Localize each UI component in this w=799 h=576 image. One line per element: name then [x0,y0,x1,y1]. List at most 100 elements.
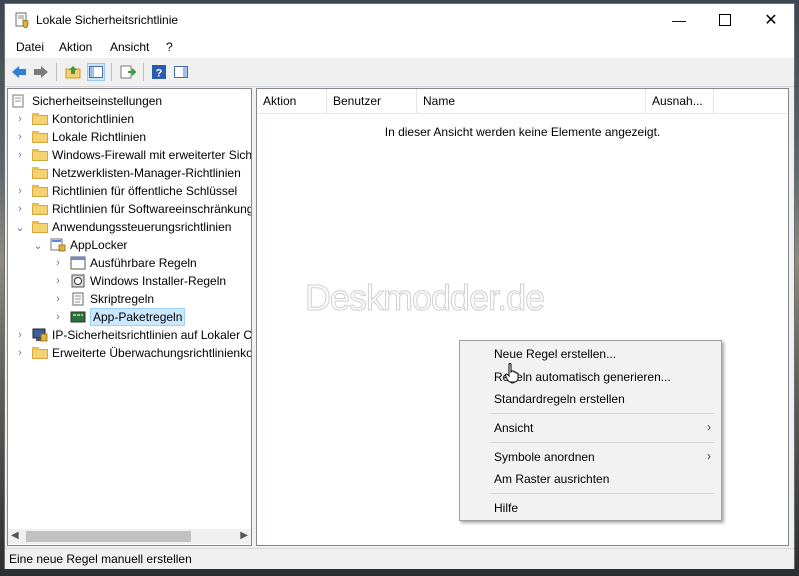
tree-horizontal-scrollbar[interactable]: ◀ ▶ [8,529,251,544]
tree-item-label: Erweiterte Überwachungsrichtlinienko [52,346,252,360]
chevron-right-icon[interactable]: › [14,113,26,125]
tree-item-label: Kontorichtlinien [52,112,135,126]
chevron-right-icon[interactable]: › [14,347,26,359]
folder-lock-icon [32,131,48,143]
show-hide-console-tree-button[interactable] [87,63,105,81]
tree-item-netzwerklisten[interactable]: Netzwerklisten-Manager-Richtlinien [14,164,241,182]
tree-item-erweiterte-ueberwachung[interactable]: › Erweiterte Überwachungsrichtlinienko [14,344,252,362]
menu-item-symbole-anordnen[interactable]: Symbole anordnen [494,450,595,464]
tree-item-label: Netzwerklisten-Manager-Richtlinien [52,166,241,180]
up-one-level-button[interactable] [64,63,82,81]
console-tree[interactable]: Sicherheitseinstellungen › Kontorichtlin… [7,88,252,546]
svg-text:?: ? [156,68,163,80]
tree-item-app-paketregeln[interactable]: › App-Paketregeln [52,308,186,326]
back-button[interactable] [10,63,28,81]
scrollbar-thumb[interactable] [26,531,191,542]
folder-icon [32,203,48,215]
show-action-pane-button[interactable] [172,63,190,81]
menu-item-regeln-generieren[interactable]: Regeln automatisch generieren... [494,370,671,384]
empty-list-message: In dieser Ansicht werden keine Elemente … [384,125,661,139]
export-list-button[interactable] [119,63,137,81]
tree-item-softwareeinschraenkung[interactable]: › Richtlinien für Softwareeinschränkung [14,200,252,218]
tree-item-label: Ausführbare Regeln [90,256,197,270]
hand-pointer-icon [505,363,519,383]
installer-rules-icon [71,274,85,288]
tree-item-skriptregeln[interactable]: › Skriptregeln [52,290,154,308]
column-ausnahmen[interactable]: Ausnah... [646,89,714,113]
menu-datei[interactable]: Datei [16,40,44,54]
chevron-down-icon[interactable]: ⌄ [14,221,26,234]
menu-item-neue-regel[interactable]: Neue Regel erstellen... [494,347,616,361]
tree-item-label: Windows-Firewall mit erweiterter Sich [52,148,252,162]
menu-separator [490,413,715,414]
title-bar[interactable]: Lokale Sicherheitsrichtlinie — ✕ [5,4,794,36]
tree-item-label: Richtlinien für öffentliche Schlüssel [52,184,238,198]
status-bar: Eine neue Regel manuell erstellen [5,548,794,569]
chevron-right-icon[interactable]: › [52,257,64,269]
ip-security-icon [32,328,48,342]
column-benutzer[interactable]: Benutzer [327,89,417,113]
menu-separator [490,442,715,443]
tree-root[interactable]: Sicherheitseinstellungen [12,92,162,110]
tree-item-label: Richtlinien für Softwareeinschränkung [52,202,252,216]
folder-icon [32,167,48,179]
up-folder-icon [65,66,81,79]
window-title: Lokale Sicherheitsrichtlinie [36,13,179,27]
minimize-button[interactable]: — [656,4,702,36]
tree-item-applocker[interactable]: ⌄ AppLocker [32,236,127,254]
list-header: Aktion Benutzer Name Ausnah... [257,89,788,114]
toolbar-separator [111,63,112,81]
close-icon: ✕ [764,12,778,29]
scroll-left-icon[interactable]: ◀ [11,530,19,541]
minimize-icon: — [672,12,686,28]
submenu-arrow-icon: › [707,449,711,463]
tree-item-oeffentliche-schluessel[interactable]: › Richtlinien für öffentliche Schlüssel [14,182,237,200]
menu-item-standardregeln[interactable]: Standardregeln erstellen [494,392,625,406]
chevron-right-icon[interactable]: › [14,131,26,143]
export-list-icon [120,65,136,79]
folder-icon [32,347,48,359]
tree-item-anwendungssteuerung[interactable]: ⌄ Anwendungssteuerungsrichtlinien [14,218,231,236]
chevron-right-icon[interactable]: › [52,293,64,305]
status-text: Eine neue Regel manuell erstellen [9,552,192,566]
column-name[interactable]: Name [417,89,646,113]
menu-item-am-raster-ausrichten[interactable]: Am Raster ausrichten [494,472,609,486]
menu-help[interactable]: ? [166,40,173,54]
toolbar-separator [56,63,57,81]
chevron-right-icon[interactable]: › [14,329,26,341]
chevron-right-icon[interactable]: › [52,275,64,287]
chevron-right-icon[interactable]: › [14,149,26,161]
tree-item-kontorichtlinien[interactable]: › Kontorichtlinien [14,110,134,128]
close-button[interactable]: ✕ [748,4,794,36]
tree-item-ausfuehrbare-regeln[interactable]: › Ausführbare Regeln [52,254,197,272]
help-button[interactable]: ? [150,63,168,81]
tree-item-windows-firewall[interactable]: › Windows-Firewall mit erweiterter Sich [14,146,252,164]
column-aktion[interactable]: Aktion [257,89,327,113]
scroll-right-icon[interactable]: ▶ [240,530,248,541]
chevron-down-icon[interactable]: ⌄ [32,239,44,252]
menu-separator [490,493,715,494]
menu-item-hilfe[interactable]: Hilfe [494,501,518,515]
submenu-arrow-icon: › [707,420,711,434]
tree-item-label: Lokale Richtlinien [52,130,147,144]
maximize-button[interactable] [702,4,748,36]
menu-aktion[interactable]: Aktion [59,40,92,54]
chevron-right-icon[interactable]: › [14,185,26,197]
tree-item-windows-installer-regeln[interactable]: › Windows Installer-Regeln [52,272,226,290]
security-settings-icon [12,94,24,108]
tree-item-label: AppLocker [70,238,128,252]
forward-arrow-icon [34,66,48,78]
menu-ansicht[interactable]: Ansicht [110,40,149,54]
chevron-right-icon[interactable]: › [14,203,26,215]
script-rules-icon [72,292,84,306]
folder-icon [32,149,48,161]
tree-item-lokale-richtlinien[interactable]: › Lokale Richtlinien [14,128,146,146]
executable-rules-icon [70,256,86,270]
forward-button[interactable] [32,63,50,81]
watermark-text: Deskmodder.de [304,277,545,319]
context-menu: Neue Regel erstellen... Regeln automatis… [459,340,722,521]
chevron-right-icon[interactable]: › [52,311,64,323]
show-hide-console-tree-icon [89,66,103,78]
tree-item-ip-sicherheit[interactable]: › IP-Sicherheitsrichtlinien auf Lokaler … [14,326,251,344]
menu-item-ansicht[interactable]: Ansicht [494,421,533,435]
